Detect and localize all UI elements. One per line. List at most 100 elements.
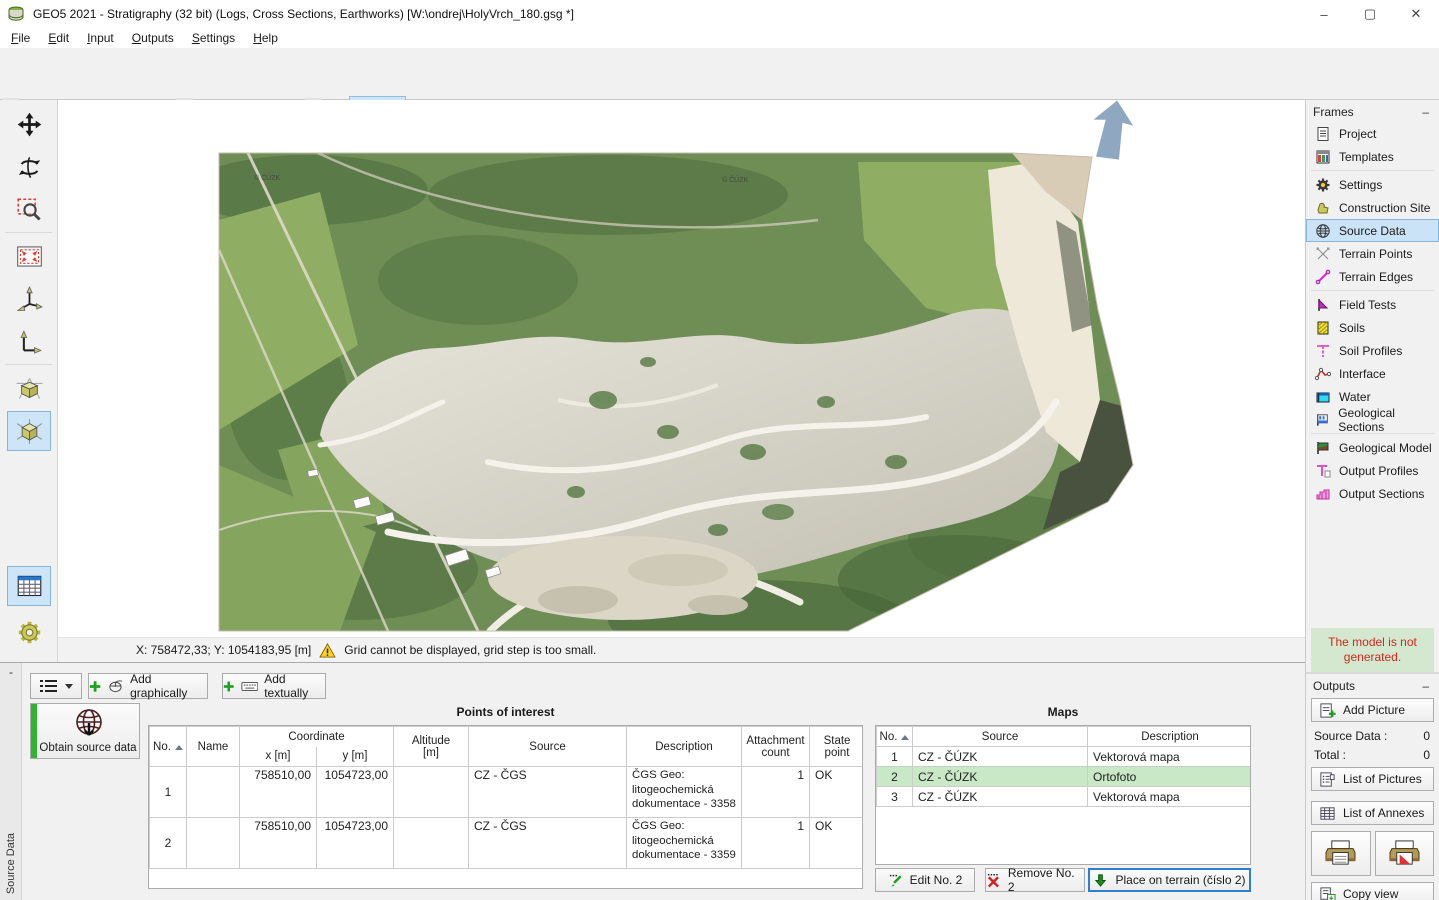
pan-tool-button[interactable] [7, 104, 51, 144]
cell-no: 2 [877, 767, 913, 787]
grid-warning-text: Grid cannot be displayed, grid step is t… [344, 643, 596, 657]
remove-x-icon [986, 873, 1001, 888]
frames-item-label: Terrain Edges [1339, 270, 1413, 284]
drawing-canvas[interactable]: © ČÚZK © ČÚZK [58, 100, 1305, 637]
maps-table: No. Source Description 1CZ - ČÚZKVektoro… [875, 725, 1251, 865]
water-icon [1315, 389, 1331, 405]
view-perspective-tool-button[interactable] [7, 368, 51, 408]
cell-description: Ortofoto [1088, 767, 1252, 787]
copy-view-button[interactable]: Copy view [1311, 882, 1434, 900]
maps-row-1[interactable]: 1CZ - ČÚZKVektorová mapa [877, 747, 1252, 767]
frames-item-output-sections[interactable]: Output Sections [1306, 482, 1439, 505]
sort-ascending-icon [175, 745, 183, 750]
map-watermark: © ČÚZK [722, 175, 748, 184]
list-icon [39, 678, 59, 694]
frames-item-label: Output Sections [1339, 487, 1424, 501]
points-col-y: y [m] [317, 747, 394, 767]
points-col-coordinate: Coordinate [240, 727, 394, 747]
down-arrow-icon [1093, 873, 1108, 888]
interface-icon [1315, 366, 1331, 382]
minimize-button[interactable]: – [1301, 0, 1347, 28]
menu-input[interactable]: Input [78, 30, 123, 46]
output-sections-icon [1315, 486, 1331, 502]
menu-file[interactable]: File [2, 30, 39, 46]
menu-outputs[interactable]: Outputs [123, 30, 183, 46]
frames-item-terrain-edges[interactable]: Terrain Edges [1306, 265, 1439, 288]
remove-map-button[interactable]: Remove No. 2 [985, 868, 1085, 892]
add-picture-button[interactable]: Add Picture [1311, 698, 1434, 722]
geo5-application-window: GEO5 2021 - Stratigraphy (32 bit) (Logs,… [0, 0, 1439, 900]
list-of-annexes-button[interactable]: List of Annexes [1311, 801, 1434, 825]
close-button[interactable]: ✕ [1393, 0, 1439, 28]
list-of-pictures-button[interactable]: List of Pictures [1311, 767, 1434, 791]
frames-item-project[interactable]: Project [1306, 122, 1439, 145]
frames-item-soil-profiles[interactable]: Soil Profiles [1306, 339, 1439, 362]
menu-settings[interactable]: Settings [183, 30, 244, 46]
obtain-source-data-button[interactable]: Obtain source data [30, 703, 140, 759]
frames-item-label: Soil Profiles [1339, 344, 1402, 358]
menu-help[interactable]: Help [244, 30, 287, 46]
outputs-collapse-button[interactable]: – [1420, 682, 1431, 690]
toolbar-divider [5, 232, 52, 233]
geo5-logo-icon [7, 5, 25, 23]
cell-y: 1054723,00 [317, 767, 394, 818]
settings-gear-icon [1315, 177, 1331, 193]
zoom-fit-tool-button[interactable] [7, 236, 51, 276]
maps-row-3[interactable]: 3CZ - ČÚZKVektorová mapa [877, 787, 1252, 807]
frames-item-label: Construction Site [1339, 201, 1430, 215]
terrain-edges-icon [1315, 269, 1331, 285]
points-col-state: Statepoint [810, 727, 863, 767]
maximize-button[interactable]: ▢ [1347, 0, 1393, 28]
maps-col-no[interactable]: No. [877, 727, 913, 747]
frames-item-construction-site[interactable]: Construction Site [1306, 196, 1439, 219]
frames-collapse-button[interactable]: – [1420, 108, 1431, 116]
orbit-tool-button[interactable] [7, 147, 51, 187]
keyboard-icon [241, 679, 259, 693]
maps-col-description: Description [1088, 727, 1252, 747]
frames-item-interface[interactable]: Interface [1306, 362, 1439, 385]
gear-tool-button[interactable] [7, 612, 51, 652]
axes-3d-tool-button[interactable] [7, 279, 51, 319]
list-menu-button[interactable] [30, 673, 82, 699]
panel-collapse-strip[interactable]: - Source Data [0, 663, 22, 900]
print-button[interactable] [1311, 831, 1371, 876]
axes-2d-tool-button[interactable] [7, 322, 51, 362]
copy-view-icon [1319, 886, 1336, 900]
points-of-interest-table: No. Name Coordinate Altitude[m] Source D… [148, 725, 863, 889]
frames-item-soils[interactable]: Soils [1306, 316, 1439, 339]
points-col-x: x [m] [240, 747, 317, 767]
source-data-panel: - Source Data Add graphically Add textua… [0, 662, 1305, 900]
table-tool-button[interactable] [7, 566, 51, 606]
frames-item-label: Output Profiles [1339, 464, 1418, 478]
frames-item-settings[interactable]: Settings [1306, 173, 1439, 196]
total-count-row: Total :0 [1306, 746, 1439, 765]
place-on-terrain-button[interactable]: Place on terrain (číslo 2) [1088, 868, 1251, 892]
add-graphically-button[interactable]: Add graphically [88, 673, 208, 699]
frames-item-templates[interactable]: Templates [1306, 145, 1439, 168]
frames-item-geological-model[interactable]: Geological Model [1306, 436, 1439, 459]
frames-item-label: Water [1339, 390, 1371, 404]
maps-row-2[interactable]: 2CZ - ČÚZKOrtofoto [877, 767, 1252, 787]
frames-item-source-data[interactable]: Source Data [1306, 219, 1439, 242]
add-textually-button[interactable]: Add textually [222, 673, 326, 699]
toolbar-divider [5, 364, 52, 365]
points-col-no[interactable]: No. [150, 727, 187, 767]
frames-item-geological-sections[interactable]: Geological Sections [1306, 408, 1439, 431]
plus-icon [223, 680, 235, 693]
print-log-button[interactable] [1375, 831, 1435, 876]
view-isometric-tool-button[interactable] [7, 411, 51, 451]
edit-map-button[interactable]: Edit No. 2 [875, 868, 975, 892]
field-tests-icon [1315, 297, 1331, 313]
cell-attachment-count: 1 [742, 767, 810, 818]
points-row-2[interactable]: 2758510,001054723,00CZ - ČGSČGS Geo: lit… [150, 818, 864, 869]
outputs-panel: Outputs – Add Picture Source Data :0 Tot… [1306, 672, 1439, 900]
warning-icon [319, 643, 336, 658]
menu-edit[interactable]: Edit [39, 30, 78, 46]
frames-item-field-tests[interactable]: Field Tests [1306, 293, 1439, 316]
frames-item-output-profiles[interactable]: Output Profiles [1306, 459, 1439, 482]
panel-collapse-button[interactable]: - [0, 665, 22, 679]
zoom-window-tool-button[interactable] [7, 190, 51, 230]
frames-divider [1311, 290, 1434, 291]
points-row-1[interactable]: 1758510,001054723,00CZ - ČGSČGS Geo: lit… [150, 767, 864, 818]
frames-item-terrain-points[interactable]: Terrain Points [1306, 242, 1439, 265]
